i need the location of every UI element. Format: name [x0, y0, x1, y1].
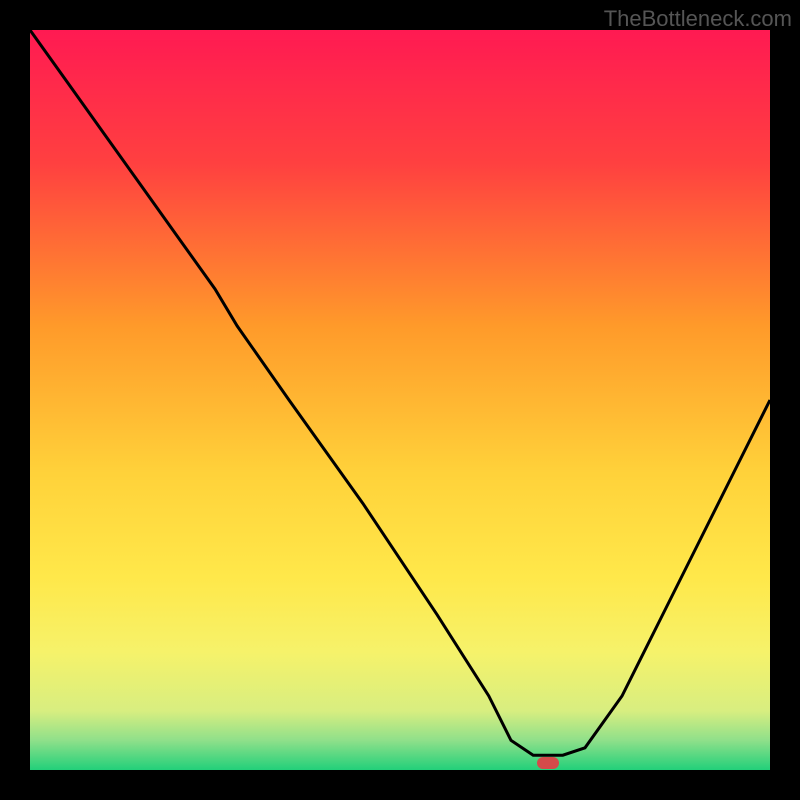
gradient-background — [30, 30, 770, 770]
optimal-point-marker — [537, 757, 559, 769]
chart-svg — [30, 30, 770, 770]
bottleneck-chart — [30, 30, 770, 770]
watermark-text: TheBottleneck.com — [604, 6, 792, 32]
